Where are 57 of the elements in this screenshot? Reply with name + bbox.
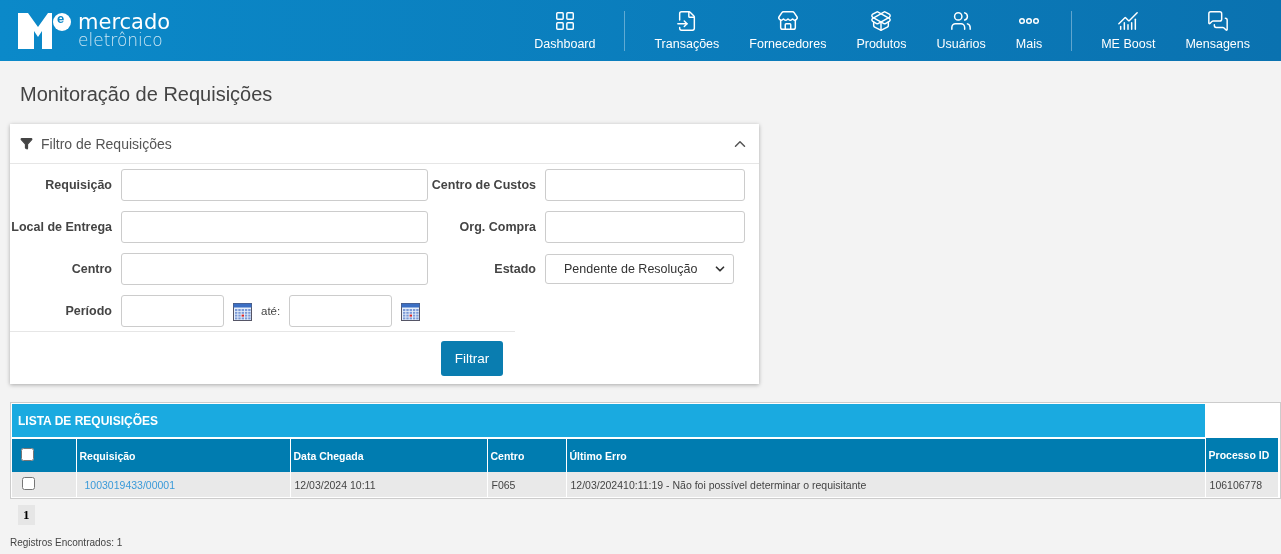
filter-button[interactable]: Filtrar (441, 340, 503, 376)
input-field[interactable] (121, 211, 428, 243)
select-all-checkbox[interactable] (21, 448, 34, 461)
logo-icon (16, 10, 72, 51)
date-field[interactable] (289, 295, 393, 327)
table-cell: 106106778 (1205, 472, 1279, 497)
nav-item[interactable]: Mensagens (1170, 10, 1265, 51)
date-field[interactable] (121, 295, 224, 327)
users-icon (950, 10, 973, 32)
chat-bubbles-icon (1206, 10, 1229, 32)
table-cell: 12/03/202410:11:19 - Não foi possível determinar o requisitante (566, 472, 1206, 497)
brand-name: mercado (78, 12, 171, 31)
nav-item[interactable]: Mais (1000, 10, 1058, 51)
page-link[interactable]: 1 (18, 505, 35, 525)
nav-item[interactable]: Transações (639, 10, 735, 51)
range-separator: até: (261, 305, 281, 317)
brand-name: eletrônico (78, 30, 164, 49)
calendar-icon[interactable] (401, 301, 421, 321)
file-arrow-icon (675, 10, 698, 32)
nav-item[interactable]: Usuários (921, 10, 1001, 51)
chart-icon (1117, 10, 1140, 32)
nav-item[interactable]: Dashboard (519, 10, 611, 51)
field-label: Centro de Custos (430, 178, 536, 192)
table-cell: F065 (487, 472, 566, 497)
input-field[interactable] (121, 253, 428, 285)
field-label: Local de Entrega (10, 220, 112, 234)
nav-item[interactable]: ME Boost (1086, 10, 1171, 51)
field-label: Org. Compra (458, 220, 536, 234)
page-title: Monitoração de Requisições (20, 83, 274, 106)
column-header: Processo ID (1205, 438, 1279, 472)
requisition-link[interactable]: 1003019433/00001 (80, 478, 175, 491)
logo-letter: e (57, 11, 65, 26)
calendar-icon[interactable] (233, 301, 252, 321)
table-cell: 12/03/2024 10:11 (290, 472, 487, 497)
panel-title: Filtro de Requisições (41, 135, 172, 152)
status-select[interactable]: Pendente de Resolução (545, 254, 734, 284)
box-icon (870, 10, 893, 32)
field-label: Período (64, 304, 112, 318)
records-count: Registros Encontrados: 1 (10, 537, 124, 548)
dots-icon (1019, 17, 1039, 25)
store-icon (776, 10, 799, 32)
table-title: LISTA DE REQUISIÇÕES (12, 404, 1206, 438)
input-field[interactable] (121, 169, 428, 201)
nav-item[interactable]: Fornecedores (734, 10, 842, 51)
row-checkbox[interactable] (22, 477, 35, 490)
column-header: Centro (487, 438, 566, 472)
nav-item[interactable]: Produtos (841, 10, 922, 51)
filter-icon (20, 137, 33, 150)
input-field[interactable] (545, 211, 745, 243)
field-label: Estado (493, 262, 536, 276)
input-field[interactable] (545, 169, 745, 201)
column-header: Último Erro (566, 438, 1206, 472)
column-header: Requisição (76, 438, 290, 472)
field-label: Centro (70, 262, 112, 276)
column-header: Data Chegada (290, 438, 487, 472)
grid-icon (553, 10, 576, 32)
field-label: Requisição (44, 178, 112, 192)
